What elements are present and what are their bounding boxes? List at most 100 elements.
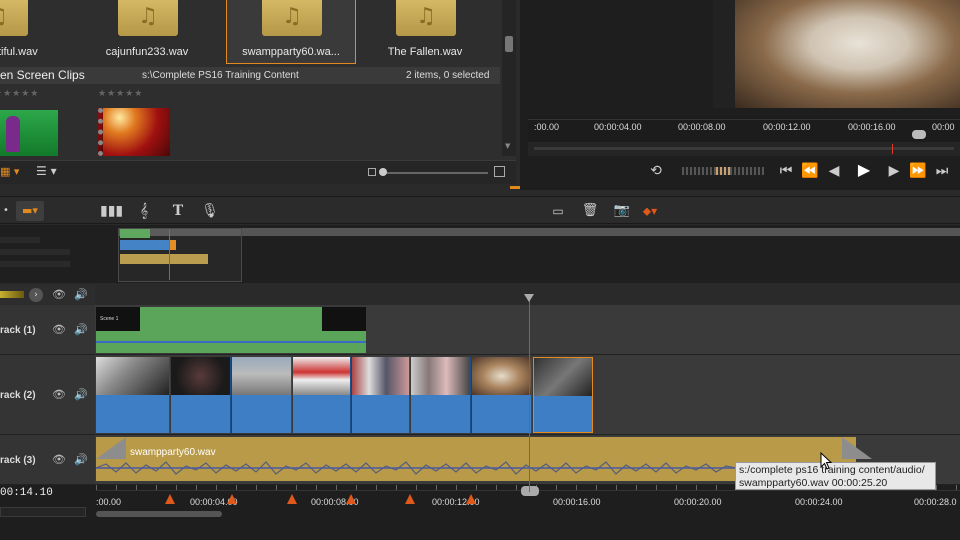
audio-fade-out[interactable] <box>842 437 872 459</box>
play-icon[interactable]: ▶ <box>854 160 874 180</box>
razor-icon[interactable]: ▭ <box>548 201 568 221</box>
navigator-bar <box>0 249 70 255</box>
title-clip[interactable]: Scene 1 <box>96 307 366 353</box>
current-timecode[interactable]: 00:14.10 <box>0 487 53 499</box>
speaker-icon[interactable]: 🔊 <box>74 453 88 467</box>
rating-stars[interactable]: ★★★★★ <box>0 89 39 99</box>
voice-over-microphone-icon[interactable]: 🎙 <box>200 201 220 221</box>
music-note-icon: ♫ <box>396 0 456 36</box>
expand-icon[interactable]: › <box>29 288 43 302</box>
audio-mixer-icon[interactable]: ▮▮▮ <box>100 201 123 221</box>
previous-frame-icon[interactable]: ⏪ <box>800 161 820 181</box>
timeline-marker[interactable] <box>227 494 237 504</box>
video-clip-thumbnail <box>534 358 592 396</box>
player-ruler[interactable]: :00.00 00:00:04.00 00:00:08.00 00:00:12.… <box>528 116 960 142</box>
library-asset-audio[interactable]: ♫ tiful.wav <box>0 0 56 62</box>
video-preview <box>713 0 960 108</box>
eye-icon[interactable]: 👁 <box>52 288 66 302</box>
eye-icon[interactable]: 👁 <box>52 453 66 467</box>
timeline-marker[interactable] <box>466 494 476 504</box>
video-clip[interactable] <box>472 357 532 433</box>
speaker-icon[interactable]: 🔊 <box>74 288 88 302</box>
timeline-toolbar: • ▬▾ ▮▮▮ 𝄞 T 🎙 ▭ 🗑 📷 ⬥▾ <box>0 196 960 224</box>
video-clip[interactable] <box>352 357 410 433</box>
timeline-marker[interactable] <box>287 494 297 504</box>
zoom-slider-handle[interactable] <box>379 168 387 176</box>
collection-title: en Screen Clips <box>0 68 85 82</box>
ruler-label: :00.00 <box>96 497 122 507</box>
jog-shuttle[interactable] <box>682 167 764 175</box>
navigator-bar <box>0 261 70 267</box>
go-to-end-icon[interactable]: ⏭ <box>932 161 952 181</box>
video-clip[interactable] <box>96 357 170 433</box>
eye-icon[interactable]: 👁 <box>52 323 66 337</box>
library-asset-audio-selected[interactable]: ♫ swampparty60.wa... <box>226 0 356 64</box>
timecode-field[interactable] <box>0 507 86 517</box>
preview-frame-image <box>735 0 960 108</box>
timeline-marker[interactable] <box>165 494 175 504</box>
snapshot-camera-icon[interactable]: 📷 <box>612 201 632 221</box>
go-to-start-icon[interactable]: ⏮ <box>776 161 796 181</box>
playhead-handle[interactable] <box>524 294 534 302</box>
timeline-scrubber-handle[interactable] <box>521 486 539 496</box>
asset-name: The Fallen.wav <box>387 46 463 58</box>
rating-stars[interactable]: ★★★★★ <box>98 89 143 99</box>
track-header: rack (1) 👁 🔊 <box>0 305 95 354</box>
step-forward-icon[interactable]: ▶ <box>884 161 904 181</box>
video-clip[interactable] <box>293 357 351 433</box>
delete-icon[interactable]: 🗑 <box>580 201 600 221</box>
zoom-small-icon[interactable] <box>368 168 376 176</box>
library-scrollbar[interactable]: ▼ <box>502 0 516 156</box>
marker-icon[interactable]: ⬥▾ <box>640 201 660 221</box>
ruler-label: 00:00:12.00 <box>763 122 811 132</box>
scroll-down-icon[interactable]: ▼ <box>505 142 510 150</box>
video-clip-thumbnail <box>171 357 230 395</box>
music-score-icon[interactable]: 𝄞 <box>134 201 154 221</box>
video-clip[interactable] <box>232 357 292 433</box>
zoom-slider[interactable] <box>380 172 488 174</box>
grid-view-icon[interactable]: ▦ ▾ <box>0 165 26 181</box>
title-icon[interactable]: T <box>168 201 188 221</box>
audio-fade-in[interactable] <box>96 437 126 459</box>
library-panel: ♫ tiful.wav ♫ cajunfun233.wav ♫ swamppar… <box>0 0 516 160</box>
scrub-playhead <box>892 144 893 154</box>
timeline-playhead[interactable] <box>529 296 530 492</box>
speaker-icon[interactable]: 🔊 <box>74 323 88 337</box>
toolbar-partial-icon[interactable]: • <box>0 201 16 221</box>
zoom-large-icon[interactable] <box>494 166 505 177</box>
speaker-icon[interactable]: 🔊 <box>74 388 88 402</box>
loop-icon[interactable]: ⟲ <box>646 161 666 181</box>
ruler-label: 00:00:08.00 <box>678 122 726 132</box>
timeline-ruler[interactable]: 00:14.10 :00.00 00:00:04.00 00:00:08.00 … <box>0 485 960 540</box>
video-clip-selected[interactable] <box>533 357 593 433</box>
title-clip-line <box>96 341 366 343</box>
video-clip-thumbnail[interactable] <box>98 108 170 156</box>
track-2: rack (2) 👁 🔊 <box>0 355 960 435</box>
ruler-label: 00:00:24.00 <box>795 497 843 507</box>
video-clip-thumbnail <box>472 357 531 395</box>
library-asset-audio[interactable]: ♫ The Fallen.wav <box>366 0 484 62</box>
timeline-marker[interactable] <box>346 494 356 504</box>
video-clip[interactable] <box>171 357 231 433</box>
eye-icon[interactable]: 👁 <box>52 388 66 402</box>
library-asset-audio[interactable]: ♫ cajunfun233.wav <box>88 0 206 62</box>
mouse-cursor-icon <box>820 452 832 470</box>
timeline-horizontal-scrollbar[interactable] <box>96 511 222 517</box>
green-screen-clip-thumbnail[interactable] <box>0 110 58 156</box>
video-clip[interactable] <box>411 357 471 433</box>
ruler-label: 00:00 <box>932 122 955 132</box>
navigator-view-window[interactable] <box>118 228 242 282</box>
track-name: rack (1) <box>0 325 36 336</box>
track-layout-icon[interactable]: ▬▾ <box>16 201 44 221</box>
timeline-marker[interactable] <box>405 494 415 504</box>
list-view-icon[interactable]: ☰ ▾ <box>36 164 66 180</box>
player-scrubber-handle[interactable] <box>912 130 926 139</box>
player-scrub-bar[interactable] <box>528 142 960 156</box>
video-clip-thumbnail <box>352 357 409 395</box>
next-frame-icon[interactable]: ⏩ <box>908 161 928 181</box>
scrollbar-thumb[interactable] <box>505 36 513 52</box>
person-silhouette <box>6 116 20 152</box>
audio-waveform <box>96 461 736 475</box>
step-back-icon[interactable]: ◀ <box>824 161 844 181</box>
tooltip-path: s:/complete ps16 training content/audio/ <box>739 464 925 476</box>
